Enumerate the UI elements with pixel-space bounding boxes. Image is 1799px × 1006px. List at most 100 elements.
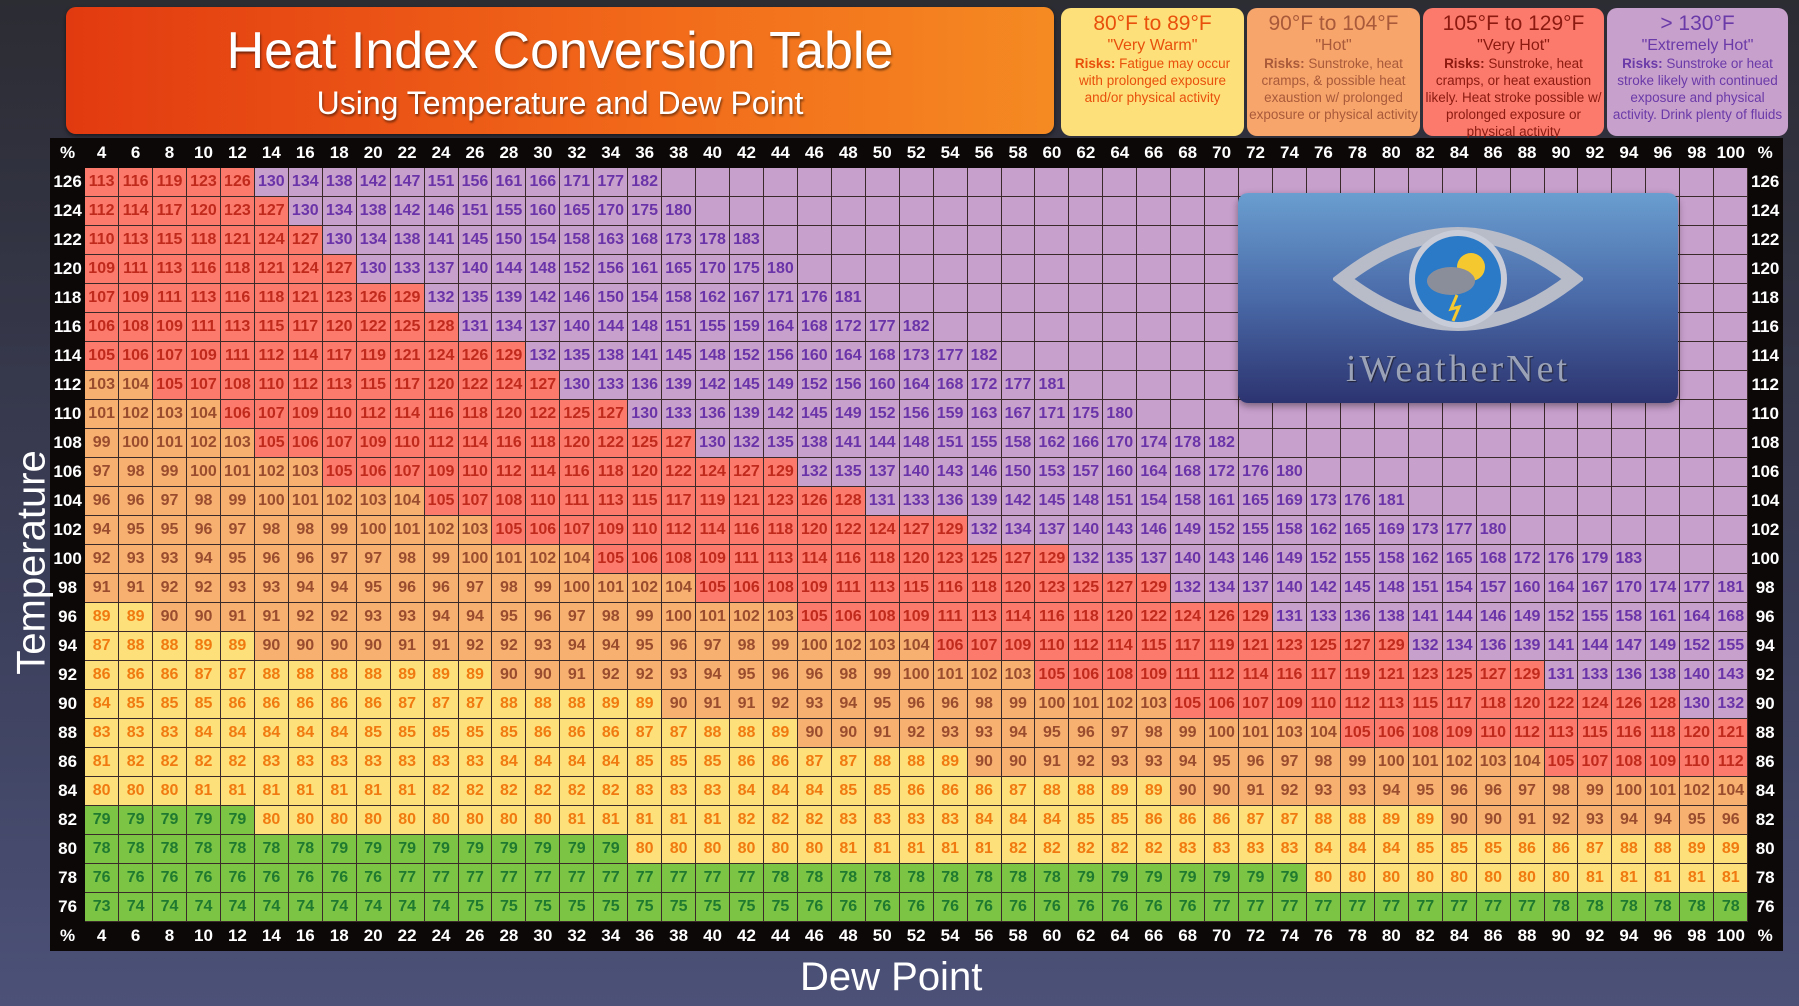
heat-index-cell: 111 [118,254,154,284]
heat-index-cell: 162 [695,283,730,313]
empty-cell [1170,283,1206,313]
heat-index-cell: 97 [355,544,391,574]
empty-cell [796,254,832,284]
heat-index-cell: 170 [593,196,629,226]
heat-index-cell: 114 [1000,602,1036,632]
heat-index-cell: 132 [525,341,561,371]
empty-cell [1068,254,1104,284]
heat-index-cell: 85 [1102,805,1138,835]
heat-index-cell: 87 [457,689,493,719]
heat-index-cell: 174 [1645,573,1681,603]
heat-index-cell: 104 [118,370,154,400]
heat-index-cell: 129 [491,341,527,371]
x-tick-label: 54 [932,138,968,168]
x-tick-label: 98 [1679,138,1715,168]
x-tick-label: 100 [1713,138,1749,168]
x-tick-label: 98 [1679,921,1715,951]
x-tick-label: 52 [898,138,934,168]
empty-cell [762,167,798,197]
empty-cell [1204,312,1240,342]
heat-index-cell: 150 [593,283,629,313]
empty-cell [864,167,900,197]
heat-index-cell: 93 [966,718,1002,748]
empty-cell [1272,399,1307,429]
heat-index-cell: 80 [1509,863,1545,893]
heat-index-cell: 81 [287,776,323,806]
heat-index-cell: 149 [1509,602,1545,632]
heat-index-cell: 92 [321,602,357,632]
heat-index-cell: 102 [253,457,289,487]
heat-index-cell: 124 [287,254,323,284]
heat-index-cell: 96 [84,486,120,516]
heat-index-cell: 106 [525,515,561,545]
heat-index-cell: 160 [796,341,832,371]
heat-index-cell: 174 [1136,428,1172,458]
y-tick-label: 98 [49,573,86,603]
heat-index-cell: 146 [1475,602,1511,632]
heat-index-cell: 87 [1000,776,1036,806]
heat-index-cell: 126 [355,283,391,313]
heat-index-cell: 81 [593,805,629,835]
heat-index-cell: 97 [457,573,493,603]
empty-cell [1068,341,1104,371]
heat-index-cell: 94 [695,660,730,690]
heat-index-cell: 78 [186,834,221,864]
heat-index-cell: 130 [559,370,595,400]
heat-index-cell: 103 [219,428,255,458]
heat-index-cell: 120 [898,544,934,574]
heat-index-cell: 120 [1102,602,1138,632]
empty-cell [864,196,900,226]
heat-index-cell: 84 [559,747,595,777]
x-tick-label: 6 [118,138,154,168]
heat-index-cell: 127 [898,515,934,545]
x-tick-label: 30 [525,921,561,951]
heat-index-cell: 92 [1543,805,1579,835]
x-tick-label: 20 [355,138,391,168]
heat-index-cell: 135 [457,283,493,313]
heat-index-cell: 126 [796,486,832,516]
heat-index-cell: 120 [796,515,832,545]
heat-index-cell: 82 [186,747,221,777]
heat-index-cell: 82 [1034,834,1070,864]
heat-index-cell: 175 [1068,399,1104,429]
heat-index-cell: 76 [118,863,154,893]
x-tick-label: 28 [491,138,527,168]
empty-cell [1475,457,1511,487]
heat-index-cell: 83 [389,747,425,777]
heat-index-cell: 102 [627,573,663,603]
empty-cell [1713,486,1749,516]
empty-cell [1204,254,1240,284]
eye-icon [1333,227,1583,331]
heat-index-cell: 145 [1034,486,1070,516]
heat-index-cell: 83 [1170,834,1206,864]
heat-index-cell: 114 [457,428,493,458]
heat-index-cell: 102 [830,631,866,661]
legend-risks-label: Risks: [1074,56,1116,71]
heat-index-cell: 168 [864,341,900,371]
heat-index-cell: 80 [1543,863,1579,893]
legend-very-hot: 105°F to 129°F "Very Hot" Risks: Sunstro… [1423,8,1604,139]
heat-index-cell: 107 [559,515,595,545]
y-tick-label: 94 [1747,631,1783,661]
heat-index-cell: 136 [932,486,968,516]
heat-index-cell: 79 [423,834,459,864]
heat-index-cell: 77 [491,863,527,893]
heat-index-cell: 113 [84,167,120,197]
heat-index-cell: 83 [355,747,391,777]
heat-index-cell: 134 [491,312,527,342]
heat-index-cell: 82 [796,805,832,835]
x-tick-label: 52 [898,921,934,951]
heat-index-cell: 138 [1373,602,1409,632]
heat-index-cell: 127 [1475,660,1511,690]
heat-index-cell: 122 [593,428,629,458]
heat-index-cell: 122 [355,312,391,342]
heat-index-cell: 127 [661,428,697,458]
heat-index-cell: 154 [1136,486,1172,516]
heat-index-cell: 74 [219,892,255,922]
heat-index-cell: 76 [355,863,391,893]
x-tick-label: 80 [1373,921,1409,951]
empty-cell [898,167,934,197]
heat-index-cell: 78 [966,863,1002,893]
heat-index-cell: 88 [1068,776,1104,806]
corner-label: % [1747,921,1783,951]
